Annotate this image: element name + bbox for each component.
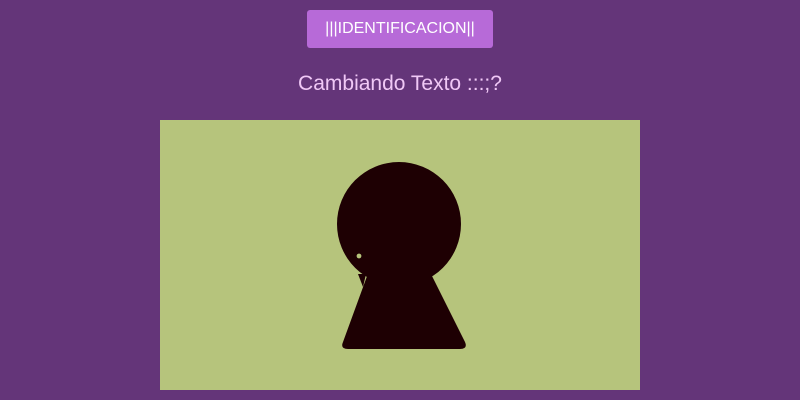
keyhole-head (337, 162, 461, 286)
identificacion-button[interactable]: |||IDENTIFICACION|| (307, 10, 493, 48)
eye-dot (356, 253, 362, 259)
illustration-panel (160, 120, 640, 390)
subtitle-text: Cambiando Texto :::;? (298, 72, 502, 95)
page: |||IDENTIFICACION|| Cambiando Texto :::;… (0, 0, 800, 400)
keyhole-silhouette-icon (337, 162, 466, 349)
